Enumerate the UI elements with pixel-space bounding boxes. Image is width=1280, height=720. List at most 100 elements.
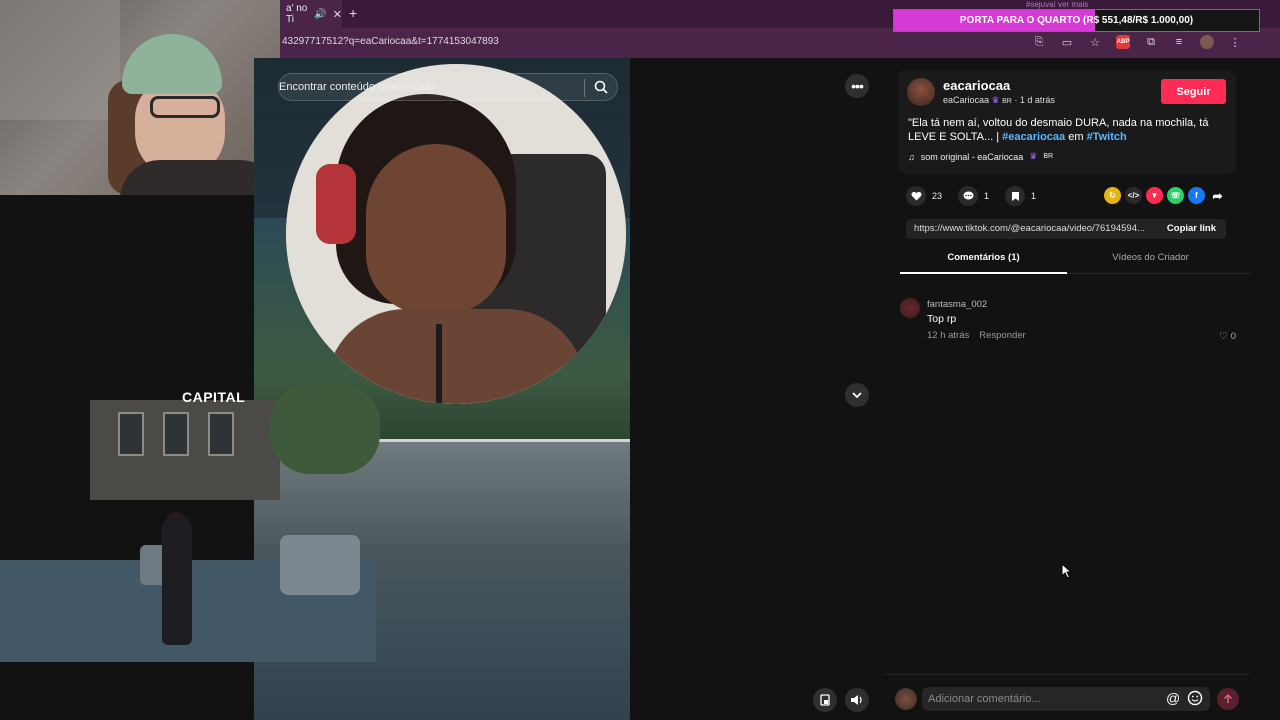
bookmark-star-icon[interactable]: ☆: [1088, 35, 1102, 49]
toolbar-icons: ⎘ ▭ ☆ ABP ⧉ ≡ ⋮: [1032, 35, 1242, 49]
sound-row[interactable]: ♫ som original - eaCariocaa ♛ BR: [908, 151, 1053, 162]
sound-name[interactable]: som original - eaCariocaa: [921, 152, 1024, 162]
volume-button[interactable]: [845, 688, 869, 712]
emoji-icon[interactable]: [1187, 690, 1203, 706]
caption-connector: em: [1068, 131, 1084, 143]
comment-meta: 12 h atrás Responder: [927, 330, 1026, 341]
crown-icon: ♛: [991, 95, 1000, 105]
comment-button[interactable]: [958, 186, 979, 206]
comment-time: 12 h atrás: [927, 330, 970, 341]
video-facecam-circle: [286, 64, 626, 404]
goal-top-label: #sejuvaí ver mais: [1026, 0, 1089, 9]
arrow-up-icon: [1223, 694, 1233, 703]
comment-count: 1: [984, 191, 990, 201]
comment-like-button[interactable]: ♡ 0: [1219, 331, 1236, 342]
building-window: [118, 412, 144, 456]
video-watermark-logo: CAPITAL: [182, 389, 246, 405]
comment-item: fantasma_002 Top rp 12 h atrás Responder…: [900, 296, 1236, 346]
facecam-shirt: [326, 309, 586, 404]
heart-outline-icon: ♡: [1219, 331, 1228, 342]
whatsapp-icon[interactable]: ☏: [1167, 187, 1184, 204]
url-text[interactable]: 43297717512?q=eaCariocaa&t=1774153047893: [282, 36, 499, 47]
my-avatar: [895, 688, 917, 710]
related-search-bar[interactable]: Encontrar conteúdo relacionado: [278, 73, 618, 101]
floating-player-icon: [820, 694, 830, 706]
engagement-row: 23 1 1: [906, 186, 1046, 206]
comment-text: Top rp: [927, 313, 957, 325]
cast-icon[interactable]: ▭: [1060, 35, 1074, 49]
panel-tabs: Comentários (1) Vídeos do Criador: [900, 252, 1250, 274]
tab-creator-videos[interactable]: Vídeos do Criador: [1067, 252, 1234, 274]
facecam-strap: [436, 324, 442, 404]
link-box: https://www.tiktok.com/@eacariocaa/video…: [906, 219, 1226, 239]
creator-display-name[interactable]: eaCariocaa: [943, 95, 989, 105]
browser-menu-icon[interactable]: ⋮: [1228, 35, 1242, 49]
profile-avatar-icon[interactable]: [1200, 35, 1214, 49]
new-tab-icon[interactable]: +: [349, 5, 357, 21]
building-window: [208, 412, 234, 456]
reply-button[interactable]: Responder: [979, 330, 1025, 341]
next-video-button[interactable]: [845, 383, 869, 407]
send-to-friends-icon[interactable]: ▼: [1146, 187, 1163, 204]
share-arrow-icon[interactable]: ➦: [1209, 187, 1226, 204]
heart-icon: [911, 191, 921, 201]
tab-comments[interactable]: Comentários (1): [900, 252, 1067, 274]
post-comment-button[interactable]: [1217, 688, 1239, 710]
music-note-icon: ♫: [908, 151, 915, 162]
mouse-cursor-icon: [1061, 563, 1073, 579]
game-character: [162, 515, 192, 645]
save-button[interactable]: [1005, 186, 1026, 206]
game-planter: [280, 535, 360, 595]
like-count: 23: [932, 191, 943, 201]
webcam-streamer-cap: [122, 34, 222, 94]
commenter-avatar[interactable]: [900, 298, 920, 318]
webcam-background: [0, 0, 120, 120]
reading-list-icon[interactable]: ≡: [1172, 35, 1186, 49]
crown-icon: ♛: [1029, 151, 1038, 161]
follow-button[interactable]: Seguir: [1161, 79, 1226, 104]
close-tab-icon[interactable]: ✕: [333, 8, 342, 21]
comment-like-count: 0: [1230, 331, 1236, 342]
facebook-icon[interactable]: f: [1188, 187, 1205, 204]
extensions-icon[interactable]: ⧉: [1144, 35, 1158, 49]
comment-icon: [963, 191, 974, 200]
tab-title: a' no Ti: [286, 3, 308, 25]
adblock-icon[interactable]: ABP: [1116, 35, 1130, 49]
translate-icon[interactable]: ⎘: [1032, 35, 1046, 49]
save-count: 1: [1031, 191, 1037, 201]
commenter-username[interactable]: fantasma_002: [927, 299, 987, 310]
country-badge: BR: [1002, 98, 1012, 105]
webcam-overlay: [0, 0, 280, 195]
more-options-button[interactable]: •••: [845, 74, 869, 98]
facecam-headset: [316, 164, 356, 244]
creator-username[interactable]: eacariocaa: [943, 78, 1010, 93]
post-time: · 1 d atrás: [1014, 95, 1055, 105]
goal-text: PORTA PARA O QUARTO (R$ 551,48/R$ 1.000,…: [959, 15, 1194, 26]
speaker-icon: 🔊: [314, 8, 327, 20]
creator-subline: eaCariocaa ♛ BR · 1 d atrás: [943, 95, 1055, 106]
screen: a' no Ti 🔊 ✕ + 43297717512?q=eaCariocaa&…: [0, 0, 1280, 720]
building-window: [163, 412, 189, 456]
chevron-down-icon: [852, 392, 862, 399]
browser-tab[interactable]: a' no Ti 🔊 ✕: [280, 0, 342, 28]
facecam-face: [366, 144, 506, 314]
creator-avatar[interactable]: [907, 78, 935, 106]
search-separator: [584, 79, 585, 97]
search-icon[interactable]: [593, 79, 609, 95]
video-link[interactable]: https://www.tiktok.com/@eacariocaa/video…: [914, 223, 1154, 234]
embed-icon[interactable]: </>: [1125, 187, 1142, 204]
copy-link-button[interactable]: Copiar link: [1167, 223, 1216, 234]
share-icons: ↻ </> ▼ ☏ f ➦: [1104, 187, 1226, 204]
hashtag-link[interactable]: #Twitch: [1087, 131, 1127, 143]
bookmark-icon: [1011, 191, 1019, 201]
goal-bar: PORTA PARA O QUARTO (R$ 551,48/R$ 1.000,…: [893, 9, 1260, 32]
hashtag-link[interactable]: #eacariocaa: [1002, 131, 1065, 143]
related-search-text[interactable]: Encontrar conteúdo relacionado: [279, 81, 435, 93]
floating-player-button[interactable]: [813, 688, 837, 712]
webcam-streamer-glasses: [150, 96, 220, 118]
volume-icon: [851, 695, 862, 705]
like-button[interactable]: [906, 186, 926, 206]
mention-button[interactable]: @: [1166, 690, 1180, 706]
repost-icon[interactable]: ↻: [1104, 187, 1121, 204]
post-caption: "Ela tá nem aí, voltou do desmaio DURA, …: [908, 116, 1226, 144]
